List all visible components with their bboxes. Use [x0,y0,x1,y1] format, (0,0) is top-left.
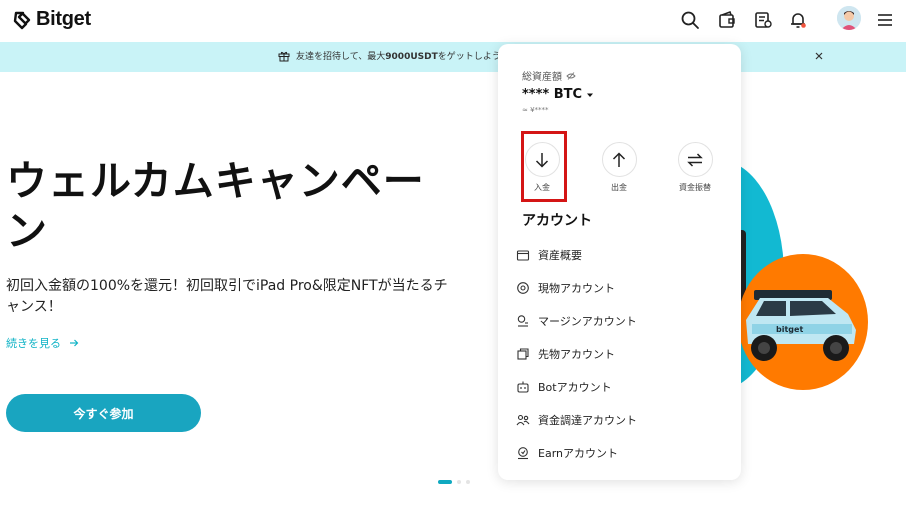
earn-icon [516,446,530,460]
join-now-button[interactable]: 今すぐ参加 [6,394,201,432]
menu-item-funding-account[interactable]: 資金調達アカウント [516,403,726,436]
withdraw-button[interactable]: 出金 [600,142,638,193]
menu-item-earn-account[interactable]: Earnアカウント [516,436,726,469]
menu-item-spot-account[interactable]: 現物アカウント [516,271,726,304]
hide-balance-icon[interactable] [566,71,576,81]
arrow-right-icon [70,339,79,347]
top-navigation: Bitget [0,0,906,42]
menu-item-label: 現物アカウント [538,281,615,295]
read-more-label: 続きを見る [6,337,61,350]
menu-item-futures-account[interactable]: 先物アカウント [516,337,726,370]
bell-icon[interactable] [787,9,809,31]
account-menu: 資産概要 現物アカウント マージンアカウント 先物アカウント Botアカウント … [516,238,726,469]
carousel-pager [438,480,470,484]
spot-icon [516,281,530,295]
menu-item-label: Earnアカウント [538,446,618,460]
menu-item-label: マージンアカウント [538,314,637,328]
orders-icon[interactable] [752,9,774,31]
svg-text:bitget: bitget [776,325,803,334]
menu-item-asset-overview[interactable]: 資産概要 [516,238,726,271]
car-illustration: bitget [746,290,856,361]
avatar[interactable] [837,6,861,30]
futures-icon [516,347,530,361]
hero-description: 初回入金額の100%を還元！初回取引でiPad Pro&限定NFTが当たるチャン… [6,278,448,315]
transfer-button[interactable]: 資金振替 [676,142,714,193]
transfer-label: 資金振替 [679,183,711,192]
gift-icon [278,51,290,61]
pager-dot[interactable] [466,480,470,484]
account-section-title: アカウント [522,213,592,229]
total-assets-label: 総資産額 [522,68,576,83]
menu-item-label: 資金調達アカウント [538,413,637,427]
logo-text: Bitget [36,8,91,30]
menu-item-label: 先物アカウント [538,347,615,361]
banner-text: 友達を招待して、最大9000USDTをゲットしよう。詳 [296,52,519,62]
menu-item-label: Botアカウント [538,380,612,394]
search-icon[interactable] [679,9,701,31]
arrow-up-icon [612,151,626,167]
promo-banner: 友達を招待して、最大9000USDTをゲットしよう。詳 [0,42,906,72]
assets-dropdown-panel: 総資産額 **** BTC ≈ ¥**** 入金 出金 資金振替 アカウント 資… [498,44,741,480]
margin-icon [516,314,530,328]
hero-title: ウェルカムキャンペーン [6,157,425,255]
menu-item-margin-account[interactable]: マージンアカウント [516,304,726,337]
total-balance[interactable]: **** BTC [522,87,594,102]
bot-icon [516,380,530,394]
caret-down-icon [587,93,594,97]
hamburger-menu-icon[interactable] [874,9,896,31]
bitget-logo[interactable]: Bitget [12,8,91,31]
menu-item-label: 資産概要 [538,248,582,262]
logo-mark-icon [13,11,31,29]
banner-content[interactable]: 友達を招待して、最大9000USDTをゲットしよう。詳 [278,49,518,62]
wallet-icon [516,248,530,262]
withdraw-label: 出金 [611,183,627,192]
fiat-balance: ≈ ¥**** [522,106,549,114]
pager-dot-active[interactable] [438,480,452,484]
transfer-icon [687,152,703,167]
funding-icon [516,413,530,427]
menu-item-bot-account[interactable]: Botアカウント [516,370,726,403]
close-icon[interactable] [813,50,825,62]
wallet-icon[interactable] [716,9,738,31]
deposit-highlight-box [521,131,567,202]
read-more-link[interactable]: 続きを見る [6,335,79,351]
banner-highlight: 9000USDT [385,52,438,62]
pager-dot[interactable] [457,480,461,484]
